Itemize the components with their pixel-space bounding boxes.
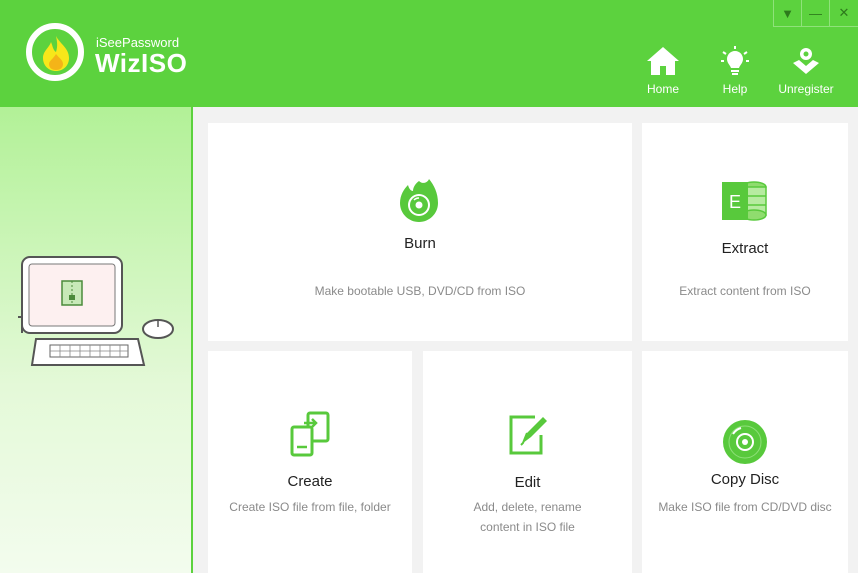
burn-disc-icon: [400, 179, 438, 222]
lightbulb-icon: [721, 46, 749, 75]
extract-title: Extract: [721, 240, 769, 257]
copy-disc-title: Copy Disc: [710, 471, 780, 488]
edit-description-line2: content in ISO file: [480, 520, 575, 534]
create-description: Create ISO file from file, folder: [229, 500, 391, 514]
home-icon: [647, 47, 679, 75]
create-files-icon: [290, 411, 330, 457]
nav-home[interactable]: Home: [643, 46, 683, 96]
edit-description-line1: Add, delete, rename: [473, 500, 582, 514]
nav-unregister[interactable]: Unregister: [774, 46, 838, 96]
sidebar: [0, 107, 193, 573]
edit-title: Edit: [514, 474, 541, 491]
nav-home-label: Home: [646, 82, 679, 96]
edit-card[interactable]: Edit Add, delete, rename content in ISO …: [423, 351, 632, 573]
burn-card[interactable]: Burn Make bootable USB, DVD/CD from ISO: [208, 123, 632, 341]
copy-disc-card[interactable]: Copy Disc Make ISO file from CD/DVD disc: [642, 351, 848, 573]
menu-dropdown-button[interactable]: ▼: [774, 0, 802, 26]
nav-unregister-label: Unregister: [778, 82, 834, 96]
extract-card[interactable]: E Extract Extract content from ISO: [642, 123, 848, 341]
close-button[interactable]: ✕: [830, 0, 858, 26]
create-card[interactable]: Create Create ISO file from file, folder: [208, 351, 412, 573]
extract-e-letter: E: [729, 192, 741, 212]
burn-title: Burn: [404, 235, 436, 252]
flame-icon: [43, 36, 69, 71]
window-controls: ▼ — ✕: [773, 0, 858, 27]
app-title: WizISO: [95, 48, 188, 78]
header: iSeePassword WizISO ▼ — ✕ Home Help Unre…: [0, 0, 858, 107]
extract-description: Extract content from ISO: [679, 284, 811, 298]
computer-illustration-icon: [18, 256, 174, 366]
main-content: Burn Make bootable USB, DVD/CD from ISO …: [195, 107, 858, 573]
nav-help-label: Help: [722, 82, 748, 96]
create-title: Create: [287, 473, 333, 490]
disc-icon: [723, 420, 767, 464]
minimize-button[interactable]: —: [802, 0, 830, 26]
edit-pencil-icon: [509, 415, 547, 455]
extract-e-icon: E: [722, 181, 767, 221]
burn-description: Make bootable USB, DVD/CD from ISO: [314, 284, 526, 298]
copy-disc-description: Make ISO file from CD/DVD disc: [658, 500, 832, 514]
nav-help[interactable]: Help: [715, 46, 755, 96]
unregister-icon: [793, 48, 819, 74]
app-logo: [26, 23, 84, 81]
